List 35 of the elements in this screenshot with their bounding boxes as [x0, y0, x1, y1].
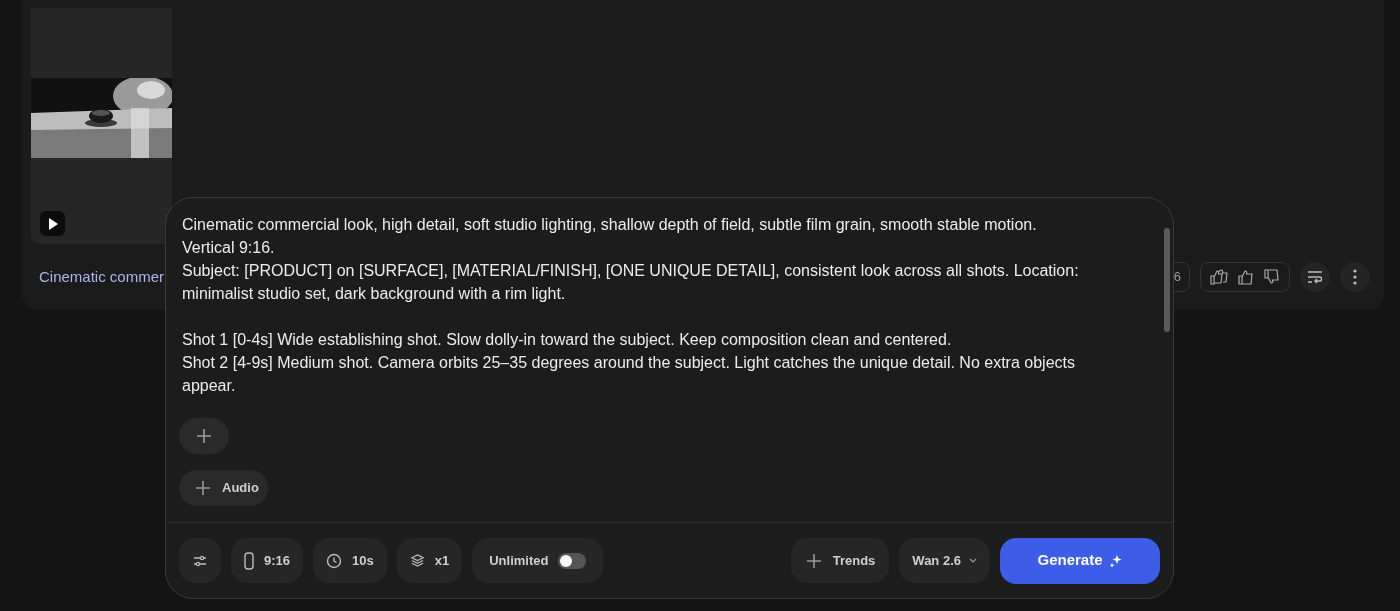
layers-icon: [409, 553, 425, 568]
prompt-text: Shot 2 [4-9s] Medium shot. Camera orbits 25–35 degrees around the subject. Light catches the unique detail. No extra objects appear.: [182, 353, 1076, 394]
play-button[interactable]: [40, 211, 65, 236]
prompt-text: Shot 1 [0-4s] Wide establishing shot. Slow dolly-in toward the subject. Keep composition clean and centered.: [182, 330, 953, 350]
more-icon: [1353, 269, 1357, 285]
video-caption[interactable]: Cinematic commer: [39, 266, 165, 289]
phone-icon: [244, 551, 254, 570]
setting-button[interactable]: 10s: [313, 538, 387, 583]
wrap-button[interactable]: [1300, 262, 1330, 292]
plus-icon: [194, 479, 212, 497]
trends-button[interactable]: Trends: [790, 538, 890, 583]
add-button[interactable]: [179, 418, 229, 454]
setting-button[interactable]: 9:16: [231, 538, 304, 583]
plus-icon: [195, 427, 213, 445]
setting-button[interactable]: x1: [396, 538, 463, 583]
prompt-text: Subject: [PRODUCT] on [SURFACE], [MATERIAL/FINISH], [ONE UNIQUE DETAIL], consistent look across all shots. Location: minimalist studio set, dark background with a rim light.: [182, 261, 1080, 304]
sliders-icon: [193, 554, 207, 567]
play-icon: [47, 217, 58, 230]
generate-button[interactable]: Generate: [1000, 537, 1160, 584]
double-thumbs-up-icon[interactable]: [1210, 269, 1228, 285]
plus-icon: [804, 551, 823, 570]
thumbs-down-icon[interactable]: [1264, 269, 1280, 285]
clock-icon: [326, 552, 343, 569]
audio-button[interactable]: Audio: [179, 470, 268, 506]
prompt-text: Cinematic commercial look, high detail, soft studio lighting, shallow depth of field, subtle film grain, smooth stable motion. Vertical 9:16.: [182, 215, 1038, 258]
unlimited-toggle[interactable]: [558, 552, 587, 569]
thumbs-up-icon[interactable]: [1238, 269, 1254, 285]
more-button[interactable]: [1340, 262, 1370, 292]
wrap-text-icon: [1307, 270, 1323, 284]
model-dropdown[interactable]: Wan 2.6: [899, 538, 990, 583]
unlimited-label: Unlimited: [489, 551, 549, 570]
sparkle-icon: [1108, 553, 1123, 568]
chevron-down-icon: [969, 558, 977, 563]
settings-button[interactable]: [179, 538, 221, 583]
video-thumbnail[interactable]: [31, 8, 172, 244]
